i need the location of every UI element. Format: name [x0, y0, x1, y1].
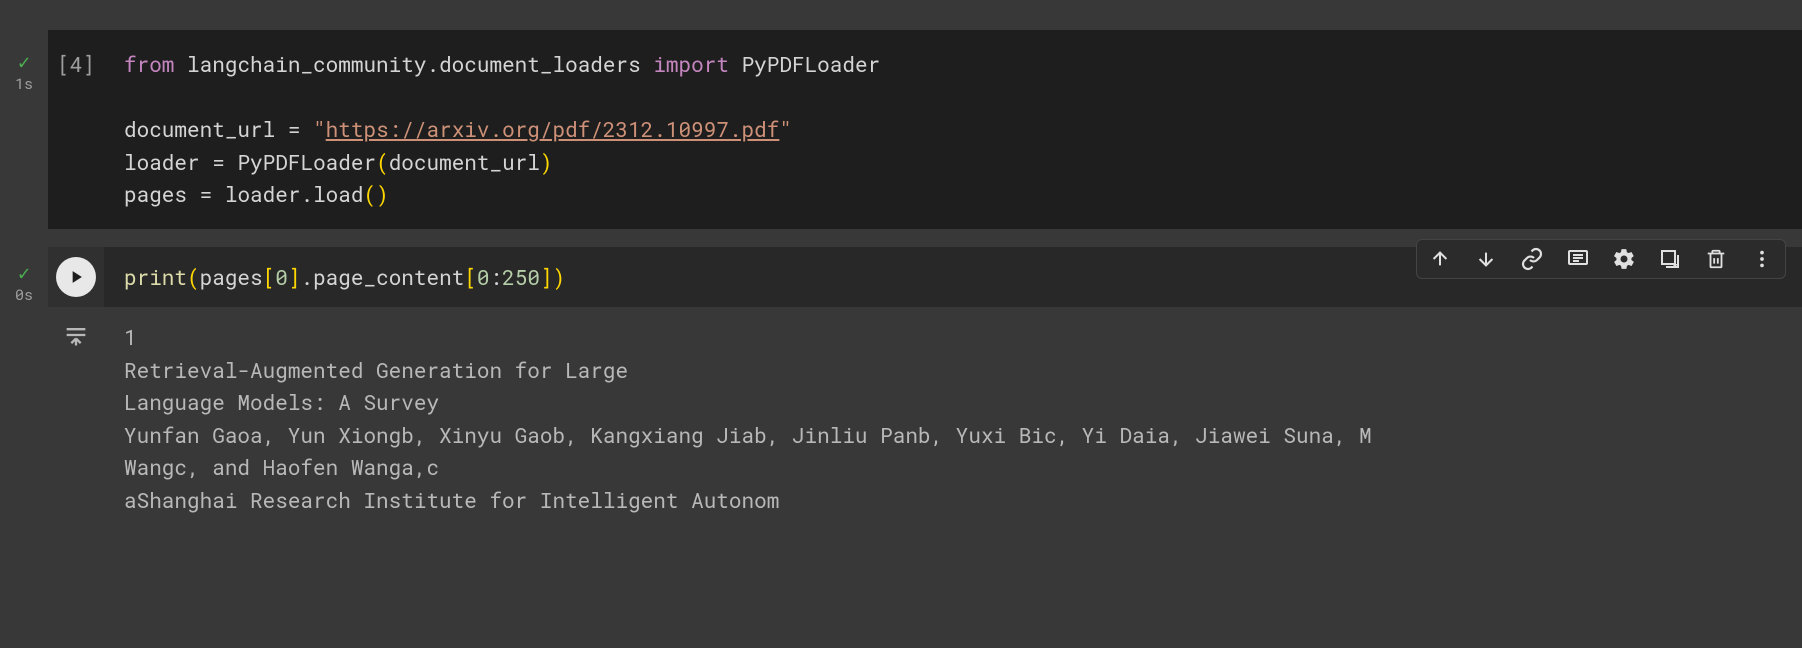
paren-open: (	[376, 148, 389, 176]
dot: .	[300, 180, 313, 208]
output-collapse-icon	[62, 321, 90, 349]
attr-page-content: page_content	[313, 263, 464, 291]
assign-op: =	[212, 148, 225, 176]
cell-gutter: ✓ 0s	[0, 247, 48, 537]
bracket-close: ]	[540, 263, 553, 291]
string-quote-close: "	[779, 115, 792, 143]
var-pages: pages	[124, 180, 187, 208]
cell-toolbar	[1416, 239, 1786, 279]
settings-button[interactable]	[1611, 246, 1637, 272]
method-load: load	[313, 180, 363, 208]
paren-close: )	[540, 148, 553, 176]
move-up-button[interactable]	[1427, 246, 1453, 272]
output-toggle[interactable]	[48, 307, 104, 536]
bracket-close: ]	[288, 263, 301, 291]
var-loader: loader	[124, 148, 200, 176]
keyword-from: from	[124, 50, 174, 78]
run-area	[48, 247, 104, 308]
comment-button[interactable]	[1565, 246, 1591, 272]
arrow-down-icon	[1475, 248, 1497, 270]
index-0: 0	[275, 263, 288, 291]
assign-op: =	[200, 180, 213, 208]
link-button[interactable]	[1519, 246, 1545, 272]
check-icon: ✓	[18, 52, 30, 72]
delete-button[interactable]	[1703, 246, 1729, 272]
more-button[interactable]	[1749, 246, 1775, 272]
arg: document_url	[389, 148, 540, 176]
assign-op: =	[288, 115, 301, 143]
cell-gutter: ✓ 1s	[0, 30, 48, 229]
output-row: 1 Retrieval-Augmented Generation for Lar…	[48, 307, 1802, 536]
code-cell: ✓ 1s [4] from langchain_community.docume…	[0, 0, 1802, 229]
paren-open: (	[187, 263, 200, 291]
cell-main: print(pages[0].page_content[0:250]) 1 Re…	[48, 247, 1802, 537]
mirror-icon	[1658, 247, 1682, 271]
class-name: PyPDFLoader	[237, 148, 376, 176]
code-editor[interactable]: from langchain_community.document_loader…	[104, 30, 1802, 229]
ref-pages: pages	[200, 263, 263, 291]
var-document-url: document_url	[124, 115, 275, 143]
slice-start: 0	[477, 263, 490, 291]
colon: :	[490, 263, 503, 291]
url-string: https://arxiv.org/pdf/2312.10997.pdf	[326, 115, 780, 143]
string-quote-open: "	[313, 115, 326, 143]
move-down-button[interactable]	[1473, 246, 1499, 272]
fn-print: print	[124, 263, 187, 291]
dot: .	[300, 263, 313, 291]
cell-header: [4] from langchain_community.document_lo…	[48, 30, 1802, 229]
run-button[interactable]	[56, 257, 96, 297]
more-vert-icon	[1751, 248, 1773, 270]
ref-loader: loader	[225, 180, 301, 208]
trash-icon	[1705, 248, 1727, 270]
link-icon	[1520, 247, 1544, 271]
comment-icon	[1566, 247, 1590, 271]
arrow-up-icon	[1429, 248, 1451, 270]
output-text: 1 Retrieval-Augmented Generation for Lar…	[104, 307, 1802, 536]
slice-end: 250	[502, 263, 540, 291]
exec-time: 0s	[15, 285, 33, 305]
paren-open: (	[364, 180, 377, 208]
imported-name: PyPDFLoader	[742, 50, 881, 78]
exec-count: [4]	[48, 30, 104, 229]
play-icon	[66, 267, 86, 287]
bracket-open: [	[464, 263, 477, 291]
exec-time: 1s	[15, 74, 33, 94]
module-path: langchain_community.document_loaders	[187, 50, 641, 78]
paren-close: )	[376, 180, 389, 208]
mirror-button[interactable]	[1657, 246, 1683, 272]
paren-close: )	[553, 263, 566, 291]
code-cell-active: ✓ 0s	[0, 247, 1802, 537]
keyword-import: import	[653, 50, 729, 78]
gear-icon	[1612, 247, 1636, 271]
bracket-open: [	[263, 263, 276, 291]
check-icon: ✓	[18, 263, 30, 283]
cell-main: [4] from langchain_community.document_lo…	[48, 30, 1802, 229]
